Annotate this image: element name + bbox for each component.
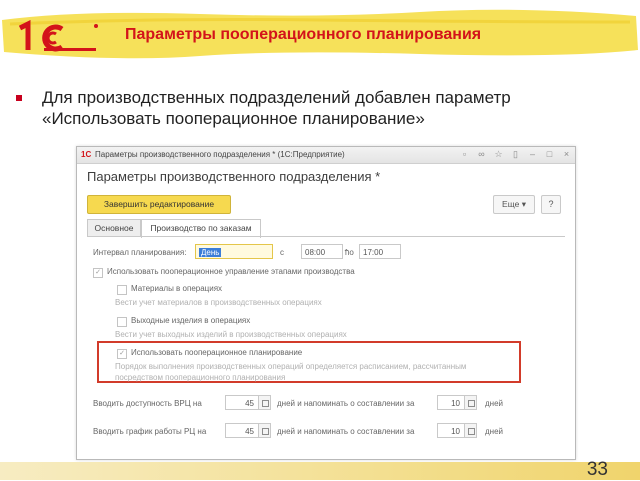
maximize-icon[interactable]: □ bbox=[545, 149, 554, 159]
interval-value: День bbox=[199, 248, 222, 257]
use-ops-mgmt-checkbox[interactable]: ✓ bbox=[93, 268, 103, 278]
tab-basic[interactable]: Основное bbox=[87, 219, 141, 237]
vrc-remind-calendar-icon[interactable] bbox=[465, 395, 477, 410]
bookmark-icon[interactable]: ▯ bbox=[511, 149, 520, 159]
restore-icon[interactable]: ▫ bbox=[460, 149, 469, 159]
form-title: Параметры производственного подразделени… bbox=[87, 169, 381, 184]
planning-hint-line-1: Порядок выполнения производственных опер… bbox=[115, 362, 467, 371]
1c-logo bbox=[18, 20, 98, 52]
app-window: 1С Параметры производственного подраздел… bbox=[76, 146, 576, 460]
vrc-calendar-icon[interactable] bbox=[259, 395, 271, 410]
window-controls: ▫ ∞ ☆ ▯ – □ × bbox=[460, 149, 571, 159]
window-titlebar: 1С Параметры производственного подраздел… bbox=[77, 147, 575, 164]
page-number: 33 bbox=[586, 459, 608, 480]
rc-unit-label: дней bbox=[485, 427, 504, 436]
footer-band bbox=[0, 462, 640, 480]
outputs-checkbox[interactable] bbox=[117, 317, 127, 327]
interval-select[interactable]: День bbox=[195, 244, 273, 259]
link-icon[interactable]: ∞ bbox=[477, 149, 486, 159]
minimize-icon[interactable]: – bbox=[528, 149, 537, 159]
rc-remind-input[interactable]: 10 bbox=[437, 423, 465, 438]
materials-hint: Вести учет материалов в производственных… bbox=[115, 298, 322, 307]
help-button[interactable]: ? bbox=[541, 195, 561, 214]
vrc-label: Вводить доступность ВРЦ на bbox=[93, 399, 202, 408]
from-time-input[interactable]: 08:00 bbox=[301, 244, 343, 259]
window-title: Параметры производственного подразделени… bbox=[95, 150, 345, 159]
rc-days-input[interactable]: 45 bbox=[225, 423, 259, 438]
use-ops-planning-checkbox[interactable]: ✓ bbox=[117, 349, 127, 359]
finish-editing-button[interactable]: Завершить редактирование bbox=[87, 195, 231, 214]
interval-label: Интервал планирования: bbox=[93, 248, 187, 257]
outputs-hint: Вести учет выходных изделий в производст… bbox=[115, 330, 347, 339]
tab-divider bbox=[87, 236, 565, 237]
bullet-text: Для производственных подразделений добав… bbox=[42, 88, 511, 128]
slide-title: Параметры пооперационного планирования bbox=[125, 26, 482, 43]
vrc-mid-label: дней и напоминать о составлении за bbox=[277, 399, 415, 408]
materials-label: Материалы в операциях bbox=[131, 284, 223, 293]
planning-hint-line-2: посредством пооперационного планирования bbox=[115, 373, 286, 382]
to-label: по bbox=[345, 248, 354, 257]
vrc-unit-label: дней bbox=[485, 399, 504, 408]
bullet-marker bbox=[16, 95, 22, 101]
from-label: с bbox=[280, 248, 284, 257]
window-logo: 1С bbox=[81, 150, 92, 159]
to-time-input[interactable]: 17:00 bbox=[359, 244, 401, 259]
star-icon[interactable]: ☆ bbox=[494, 149, 503, 159]
more-button[interactable]: Еще ▾ bbox=[493, 195, 535, 214]
use-ops-planning-label: Использовать пооперационное планирование bbox=[131, 348, 303, 357]
rc-calendar-icon[interactable] bbox=[259, 423, 271, 438]
rc-remind-calendar-icon[interactable] bbox=[465, 423, 477, 438]
rc-mid-label: дней и напоминать о составлении за bbox=[277, 427, 415, 436]
vrc-days-input[interactable]: 45 bbox=[225, 395, 259, 410]
materials-checkbox[interactable] bbox=[117, 285, 127, 295]
use-ops-mgmt-label: Использовать пооперационное управление э… bbox=[107, 267, 355, 276]
close-icon[interactable]: × bbox=[562, 149, 571, 159]
outputs-label: Выходные изделия в операциях bbox=[131, 316, 251, 325]
vrc-remind-input[interactable]: 10 bbox=[437, 395, 465, 410]
rc-label: Вводить график работы РЦ на bbox=[93, 427, 207, 436]
